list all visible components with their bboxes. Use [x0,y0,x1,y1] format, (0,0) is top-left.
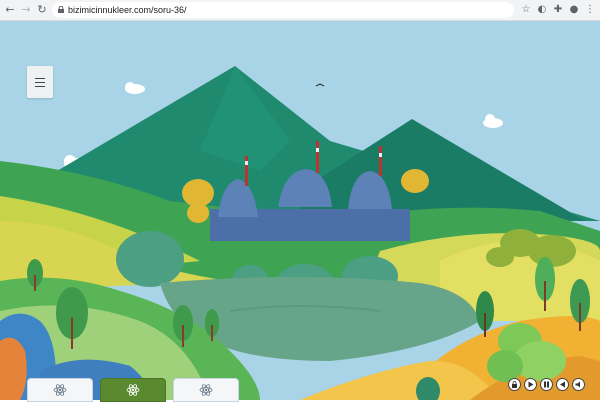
menu-line [35,86,45,87]
star-icon[interactable]: ☆ [518,2,534,18]
menu-line [35,82,45,83]
forward-arrow-icon[interactable]: → [18,2,34,18]
address-bar[interactable]: bizimicinnukleer.com/soru-36/ [52,2,514,18]
browser-toolbar: ← → ↻ bizimicinnukleer.com/soru-36/ ☆ ◐ … [0,0,600,21]
extension-icon[interactable]: ◐ [534,2,550,18]
profile-icon[interactable]: ● [566,2,582,18]
atom-icon [53,384,67,396]
tab-atom-2-active[interactable] [100,378,166,402]
landscape-illustration [0,21,600,405]
volume-button[interactable] [572,378,585,391]
pause-icon [544,381,549,388]
previous-icon [560,381,565,388]
volume-icon [575,381,580,388]
puzzle-icon[interactable]: ✚ [550,2,566,18]
url-text: bizimicinnukleer.com/soru-36/ [68,5,187,15]
previous-button[interactable] [556,378,569,391]
back-arrow-icon[interactable]: ← [2,2,18,18]
landscape-scene [0,21,600,405]
lock-icon [512,381,517,388]
lock-icon [58,6,64,13]
hamburger-menu-button[interactable] [27,66,53,98]
tab-atom-1[interactable] [27,378,93,402]
play-icon [528,381,534,388]
tab-atom-3[interactable] [173,378,239,402]
atom-icon [199,384,213,396]
play-button[interactable] [524,378,537,391]
lock-control-button[interactable] [508,378,521,391]
menu-line [35,78,45,79]
kebab-menu-icon[interactable]: ⋮ [582,2,598,18]
reload-icon[interactable]: ↻ [34,2,50,18]
pause-button[interactable] [540,378,553,391]
atom-icon [126,384,140,396]
